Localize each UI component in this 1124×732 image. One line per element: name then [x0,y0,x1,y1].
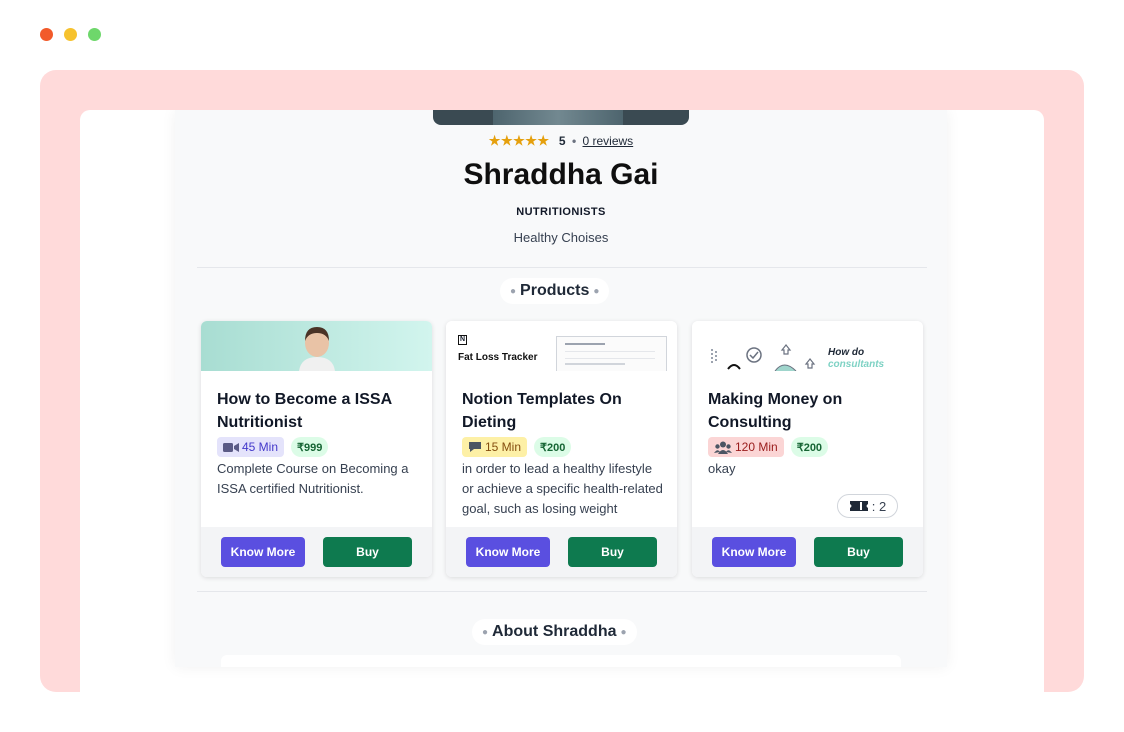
rating-value: 5 [558,134,566,148]
reviews-link[interactable]: 0 reviews [583,134,634,148]
product-thumbnail: How do consultants [692,321,923,371]
quota-value: : 2 [871,498,887,514]
browser-frame: ★★★★★ 5 • 0 reviews Shraddha Gai NUTRITI… [40,70,1084,692]
profile-category: NUTRITIONISTS [516,206,606,218]
maximize-window-dot[interactable] [88,28,101,41]
duration-text: 45 Min [242,440,279,454]
know-more-button[interactable]: Know More [221,537,305,567]
bullet-icon: ● [482,626,489,638]
tracker-table-preview [556,336,667,371]
thumbnail-subheading: consultants [828,359,885,370]
product-badges: 15 Min ₹200 [462,437,572,457]
quota-badge: : 2 [837,494,898,518]
consulting-illustration-icon [711,344,816,371]
bullet-icon: ● [620,626,627,638]
product-title: Making Money on Consulting [708,391,843,431]
product-thumbnail: N Fat Loss Tracker [446,321,677,371]
profile-tagline: Healthy Choises [513,230,609,245]
group-icon [714,441,732,454]
duration-badge: 15 Min [462,437,528,457]
video-camera-icon [223,442,239,452]
price-badge: ₹200 [534,437,572,457]
bullet-icon: ● [593,285,600,297]
duration-text: 15 Min [485,440,522,454]
price-badge: ₹999 [291,437,329,457]
divider [197,267,927,268]
thumbnail-heading: How do [828,347,865,358]
product-title: How to Become a ISSA Nutritionist [217,391,392,431]
profile-name: Shraddha Gai [463,158,659,191]
profile-page: ★★★★★ 5 • 0 reviews Shraddha Gai NUTRITI… [175,110,947,667]
know-more-button[interactable]: Know More [466,537,550,567]
product-thumbnail [201,321,432,371]
rating-row: ★★★★★ 5 • 0 reviews [175,133,947,149]
product-card: N Fat Loss Tracker Notion Templates On D… [446,321,677,577]
bullet-icon: ● [510,285,517,297]
thumbnail-title: Fat Loss Tracker [458,352,538,363]
product-card: How to Become a ISSA Nutritionist 45 Min… [201,321,432,577]
person-photo-icon [299,327,335,371]
product-card: How do consultants Making Money on Consu… [692,321,923,577]
minimize-window-dot[interactable] [64,28,77,41]
products-title-text: Products [520,282,590,299]
profile-cover-image [433,110,689,125]
duration-badge: 120 Min [708,437,784,457]
screen: ★★★★★ 5 • 0 reviews Shraddha Gai NUTRITI… [80,110,1044,692]
divider [197,591,927,592]
duration-text: 120 Min [735,440,778,454]
buy-button[interactable]: Buy [814,537,903,567]
buy-button[interactable]: Buy [568,537,657,567]
know-more-button[interactable]: Know More [712,537,796,567]
about-title-text: About Shraddha [492,623,617,640]
product-description: Complete Course on Becoming a ISSA certi… [217,461,409,496]
chat-bubble-icon [469,442,481,452]
product-description: in order to lead a healthy lifestyle or … [462,461,663,516]
buy-button[interactable]: Buy [323,537,412,567]
about-section-title: ● About Shraddha ● [472,619,637,645]
window-controls [40,28,101,41]
duration-badge: 45 Min [217,437,285,457]
rating-stars-icon: ★★★★★ [488,133,550,148]
product-badges: 45 Min ₹999 [217,437,329,457]
product-badges: 120 Min ₹200 [708,437,829,457]
about-content-box [221,655,901,667]
products-section-title: ● Products ● [500,278,610,304]
ticket-icon [849,501,868,511]
rating-separator: • [571,134,577,148]
price-badge: ₹200 [790,437,829,457]
notion-logo-icon: N [458,335,467,345]
product-title: Notion Templates On Dieting [462,391,622,431]
close-window-dot[interactable] [40,28,53,41]
